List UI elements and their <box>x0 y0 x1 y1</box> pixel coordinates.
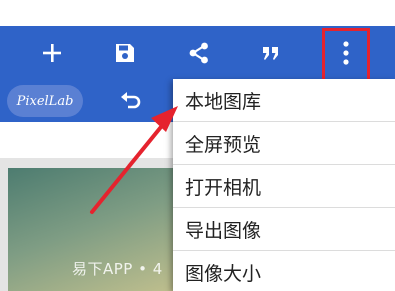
menu-item-open-camera[interactable]: 打开相机 <box>173 165 395 208</box>
overflow-menu: 本地图库 全屏预览 打开相机 导出图像 图像大小 <box>173 79 395 291</box>
quote-icon <box>263 47 278 60</box>
save-button[interactable] <box>106 34 144 72</box>
menu-item-fullscreen-preview[interactable]: 全屏预览 <box>173 122 395 165</box>
pixellab-logo: PixelLab <box>7 85 83 117</box>
menu-item-local-gallery[interactable]: 本地图库 <box>173 79 395 122</box>
quote-button[interactable] <box>252 34 290 72</box>
share-button[interactable] <box>180 34 218 72</box>
share-icon <box>189 42 208 64</box>
status-strip <box>0 0 395 26</box>
watermark: 易下APP • 4 <box>72 260 163 278</box>
plus-icon <box>43 44 61 62</box>
menu-item-image-size[interactable]: 图像大小 <box>173 251 395 291</box>
add-button[interactable] <box>33 34 71 72</box>
menu-item-export-image[interactable]: 导出图像 <box>173 208 395 251</box>
undo-button[interactable] <box>114 84 148 118</box>
app-screen: PixelLab 本地图库 全屏预览 打开相机 导出图像 图像大小 易下APP … <box>0 0 395 291</box>
undo-icon <box>121 92 141 109</box>
save-icon <box>116 44 134 62</box>
highlight-box <box>322 28 370 86</box>
